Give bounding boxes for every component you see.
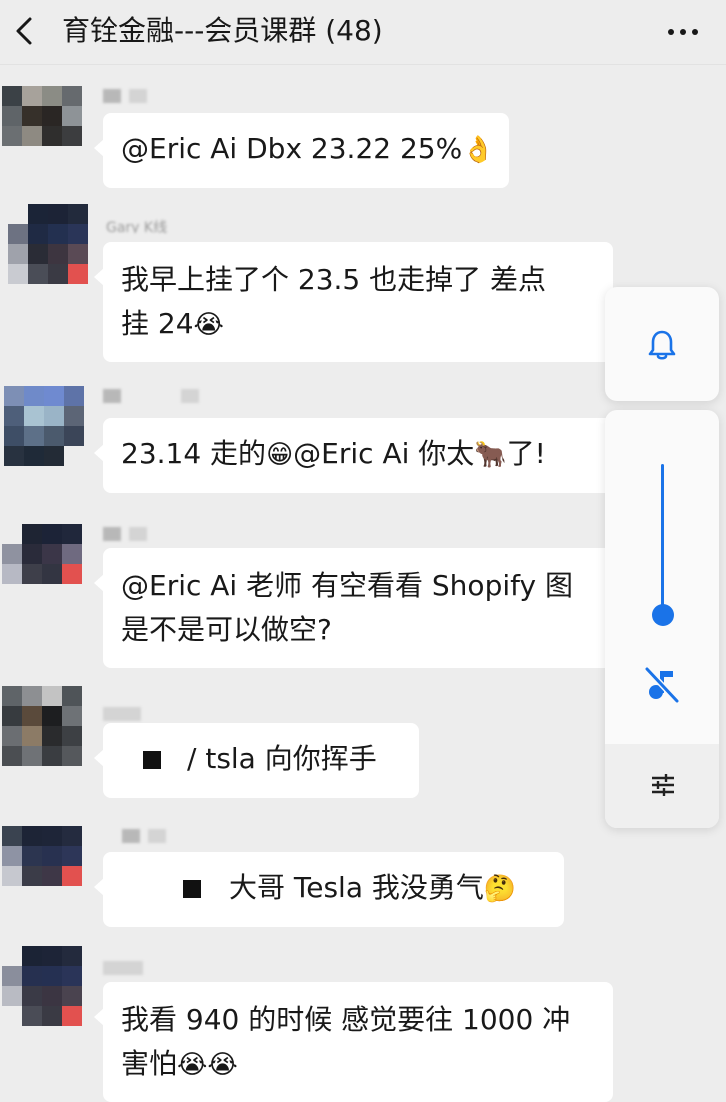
more-icon[interactable] (658, 28, 698, 36)
message-text: @Eric Ai Dbx 23.22 25% (121, 132, 463, 165)
avatar[interactable] (2, 826, 82, 906)
ok-hand-emoji: 👌 (462, 135, 495, 165)
message-bubble[interactable]: 大哥 Tesla 我没勇气🤔 (94, 852, 564, 927)
ringer-mode-button[interactable] (605, 287, 719, 401)
music-off-icon[interactable] (641, 665, 681, 705)
sender-name (103, 388, 213, 404)
sender-name (103, 526, 153, 542)
bell-icon[interactable] (647, 329, 677, 361)
volume-slider-track[interactable] (661, 464, 664, 614)
message-bubble[interactable]: @Eric Ai Dbx 23.22 25%👌 (94, 113, 509, 188)
message-text: / tsla 向你挥手 (187, 742, 377, 775)
message-text: @Eric Ai 你太 (293, 437, 475, 470)
message-text: 了! (506, 437, 546, 470)
message-text-line-1: 我早上挂了个 23.5 也走掉了 差点 (121, 263, 547, 296)
grin-emoji: 😁 (266, 440, 294, 470)
avatar[interactable] (4, 386, 84, 466)
redacted-mark (183, 880, 201, 898)
message-text-line-1: @Eric Ai 老师 有空看看 Shopify 图 (121, 569, 573, 602)
message-text-line-1: 我看 940 的时候 感觉要往 1000 冲 (121, 1003, 571, 1036)
volume-panel (605, 410, 719, 828)
message-text-line-2: 是不是可以做空? (121, 613, 332, 646)
sender-name: Gary K线 (106, 220, 168, 233)
sender-name (103, 88, 153, 104)
avatar[interactable] (2, 524, 82, 604)
message-bubble[interactable]: 我早上挂了个 23.5 也走掉了 差点 挂 24😭 (94, 242, 613, 362)
sound-settings-area[interactable] (605, 744, 719, 828)
message-text: 大哥 Tesla 我没勇气 (229, 871, 484, 904)
avatar[interactable] (2, 86, 82, 166)
avatar[interactable] (8, 204, 88, 284)
message-bubble[interactable]: @Eric Ai 老师 有空看看 Shopify 图 是不是可以做空? (94, 548, 613, 668)
message-text: 23.14 走的 (121, 437, 267, 470)
message-bubble[interactable]: 23.14 走的😁@Eric Ai 你太🐂了! (94, 418, 613, 493)
tune-icon[interactable] (650, 772, 676, 798)
crying-emoji: 😭😭 (177, 1050, 238, 1080)
message-text-line-2: 害怕 (121, 1047, 178, 1080)
chat-title: 育铨金融---会员课群 (48) (62, 14, 383, 47)
thinking-emoji: 🤔 (483, 874, 517, 904)
crying-emoji: 😭 (193, 310, 224, 340)
message-bubble[interactable]: / tsla 向你挥手 (94, 723, 419, 798)
sender-name (122, 828, 192, 844)
message-text-line-2: 挂 24 (121, 307, 194, 340)
chat-header: 育铨金融---会员课群 (48) (0, 0, 726, 65)
avatar[interactable] (2, 946, 82, 1026)
ox-emoji: 🐂 (474, 440, 507, 470)
back-icon[interactable] (8, 14, 42, 48)
sender-name (103, 706, 143, 722)
message-bubble[interactable]: 我看 940 的时候 感觉要往 1000 冲 害怕😭😭 (94, 982, 613, 1102)
avatar[interactable] (2, 686, 82, 766)
volume-slider-thumb[interactable] (652, 604, 674, 626)
sender-name (103, 960, 153, 976)
redacted-mark (143, 751, 161, 769)
